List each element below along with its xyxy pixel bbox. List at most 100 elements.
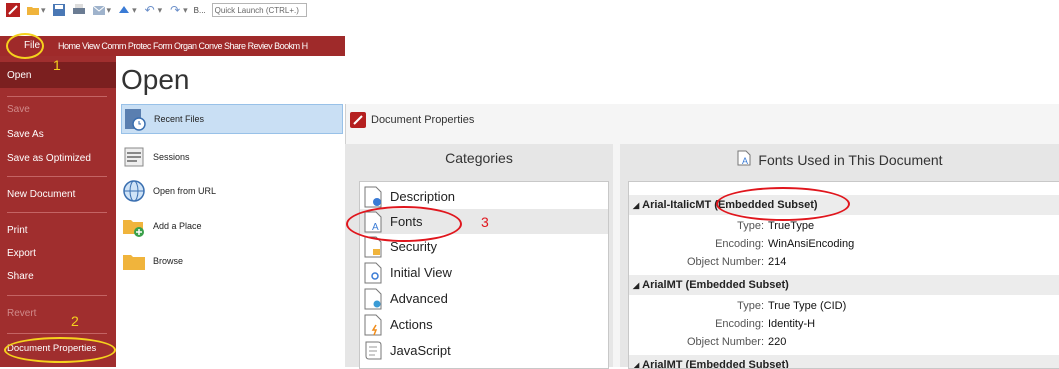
open-item-open-from-url[interactable]: Open from URL [121,176,343,206]
fonts-header-label: Fonts Used in This Document [758,152,942,168]
categories-header: Categories [345,150,613,166]
tab-view[interactable]: View [82,41,99,51]
fonts-header-icon: A [736,150,752,169]
print-icon[interactable] [72,3,86,17]
dropdown-arrow-icon[interactable]: ▾ [132,5,137,16]
font-object-number-row: Object Number:220 [629,336,786,348]
undo-icon[interactable]: ↶ [143,3,157,17]
tab-organize[interactable]: Organ [174,41,197,51]
open-item-label: Add a Place [153,221,202,231]
menu-divider [7,96,107,97]
globe-icon [121,179,147,203]
annotation-step-2: 2 [71,313,79,329]
save-icon[interactable] [52,3,66,17]
dropdown-arrow-icon[interactable]: ▾ [41,5,46,16]
tab-share[interactable]: Share [224,41,246,51]
menu-share[interactable]: Share [7,271,34,282]
font-entry-header[interactable]: ◢ ArialMT (Embedded Subset) [629,275,1059,295]
font-object-number-value: 214 [768,256,786,268]
open-item-label: Browse [153,256,183,266]
menu-open[interactable]: Open [7,70,31,81]
tab-help[interactable]: H [302,41,308,51]
svg-text:A: A [742,156,748,166]
menu-divider [7,295,107,296]
font-name: ArialMT (Embedded Subset) [642,279,789,291]
scan-icon[interactable] [117,3,131,17]
annotation-ellipse-fonts [346,206,462,242]
category-label: Initial View [390,265,452,280]
font-encoding-row: Encoding:Identity-H [629,318,815,330]
font-type-row: Type:TrueType [629,220,814,232]
category-label: Description [390,189,455,204]
open-panel-title: Open [121,64,190,96]
open-item-label: Open from URL [153,186,216,196]
category-advanced[interactable]: Advanced [360,286,608,311]
javascript-icon [362,340,384,362]
category-label: Advanced [390,291,448,306]
menu-divider [7,176,107,177]
dropdown-arrow-icon[interactable]: ▾ [107,5,112,16]
category-initial-view[interactable]: Initial View [360,260,608,285]
open-item-browse[interactable]: Browse [121,246,343,276]
font-encoding-row: Encoding:WinAnsiEncoding [629,238,854,250]
collapse-icon: ◢ [633,361,639,369]
sessions-icon [121,145,147,169]
annotation-ellipse-embedded-subset [716,187,850,221]
font-encoding-value: Identity-H [768,318,815,330]
app-logo-icon[interactable] [6,3,20,17]
annotation-step-1: 1 [53,57,61,73]
open-item-recent-files[interactable]: Recent Files [121,104,343,134]
font-object-number-value: 220 [768,336,786,348]
open-item-label: Sessions [153,152,190,162]
category-label: Actions [390,317,433,332]
initial-view-icon [362,262,384,284]
recent-files-icon [122,107,148,131]
advanced-icon [362,288,384,310]
category-javascript[interactable]: JavaScript [360,338,608,363]
pdf-logo-icon [350,112,366,128]
tab-convert[interactable]: Conve [199,41,223,51]
open-item-add-a-place[interactable]: Add a Place [121,211,343,241]
menu-divider [7,333,107,334]
dropdown-arrow-icon[interactable]: ▾ [183,5,188,16]
open-item-sessions[interactable]: Sessions [121,142,343,172]
collapse-icon: ◢ [633,201,639,210]
font-type-value: True Type (CID) [768,300,846,312]
menu-save-as[interactable]: Save As [7,129,44,140]
category-label: JavaScript [390,343,451,358]
category-actions[interactable]: Actions [360,312,608,337]
annotation-step-3: 3 [481,214,489,230]
fonts-header: A Fonts Used in This Document [620,150,1059,169]
tab-home[interactable]: Home [58,41,80,51]
tab-form[interactable]: Form [153,41,172,51]
open-item-label: Recent Files [154,114,204,124]
collapse-icon: ◢ [633,281,639,290]
description-icon [362,186,384,208]
dialog-title: Document Properties [371,114,474,126]
more-commands-label[interactable]: B... [194,6,206,15]
redo-icon[interactable]: ↷ [168,3,182,17]
tab-review[interactable]: Reviev [248,41,273,51]
menu-divider [7,212,107,213]
dropdown-arrow-icon[interactable]: ▾ [158,5,163,16]
menu-save[interactable]: Save [7,104,30,115]
email-icon[interactable] [92,3,106,17]
menu-revert[interactable]: Revert [7,308,36,319]
menu-new-document[interactable]: New Document [7,189,75,200]
menu-export[interactable]: Export [7,248,36,259]
quick-access-toolbar: ▾ ▾ ▾ ↶ ▾ ↷ ▾ B... Quick Launch (CTRL+.) [0,0,345,20]
open-folder-icon[interactable] [26,3,40,17]
font-object-number-row: Object Number:214 [629,256,786,268]
menu-save-as-optimized[interactable]: Save as Optimized [7,153,91,164]
quick-launch-input[interactable]: Quick Launch (CTRL+.) [212,3,307,17]
menu-print[interactable]: Print [7,225,28,236]
tab-comment[interactable]: Comm [101,41,126,51]
actions-icon [362,314,384,336]
tab-protect[interactable]: Protec [128,41,151,51]
font-type-row: Type:True Type (CID) [629,300,846,312]
tab-bookmark[interactable]: Bookm [274,41,300,51]
font-name: ArialMT (Embedded Subset) [642,359,789,369]
annotation-ellipse-file [6,33,44,59]
font-encoding-value: WinAnsiEncoding [768,238,854,250]
ribbon-tabs: Home View Comm Protec Form Organ Conve S… [58,36,308,56]
